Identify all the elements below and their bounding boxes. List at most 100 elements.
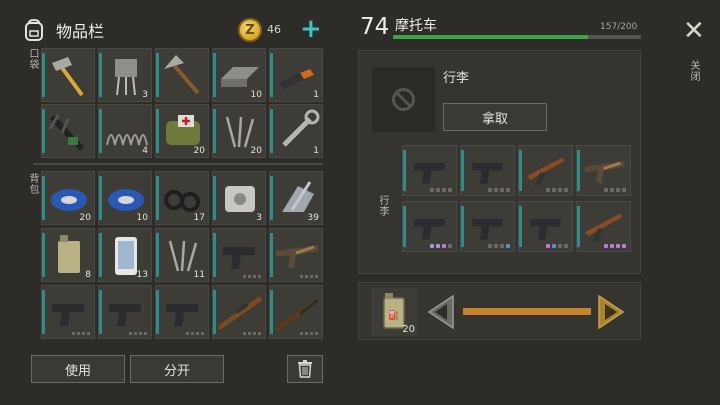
durability-dot [77, 332, 80, 335]
vehicle-level: 74 [360, 14, 390, 40]
durability-dot [546, 188, 550, 192]
vehicle-slot[interactable] [402, 145, 457, 196]
durability-dot [500, 244, 504, 248]
durability-dot [253, 332, 256, 335]
durability-dots [430, 188, 452, 192]
inventory-slot[interactable]: 20 [212, 104, 266, 158]
coin-count: 46 [267, 23, 281, 36]
durability-dot [300, 332, 303, 335]
close-button[interactable]: ✕ [683, 18, 705, 44]
inventory-slot[interactable]: 11 [155, 228, 209, 282]
durability-dot [201, 332, 204, 335]
durability-dot [186, 332, 189, 335]
slot-accent [403, 206, 406, 247]
inventory-slot[interactable] [269, 228, 323, 282]
inventory-slot[interactable]: 8 [41, 228, 95, 282]
slot-accent [519, 150, 522, 191]
capacity-bar [393, 35, 641, 39]
vehicle-slot[interactable] [576, 145, 631, 196]
fuel-slot[interactable]: ⛽ 20 [371, 288, 417, 336]
slot-accent [519, 206, 522, 247]
decrease-arrow-icon[interactable] [427, 295, 455, 329]
durability-dots [488, 244, 510, 248]
durability-dot [494, 188, 498, 192]
inventory-slot[interactable]: 20 [155, 104, 209, 158]
inventory-slot[interactable] [155, 48, 209, 102]
durability-dot [448, 244, 452, 248]
inventory-slot[interactable] [212, 228, 266, 282]
fuel-slider-track[interactable] [463, 308, 591, 315]
durability-dot [430, 188, 434, 192]
slot-accent [403, 150, 406, 191]
inventory-slot[interactable] [98, 285, 152, 339]
durability-dot [564, 188, 568, 192]
item-count: 3 [256, 213, 262, 223]
durability-dot [610, 188, 614, 192]
durability-dot [488, 188, 492, 192]
item-count: 4 [142, 146, 148, 156]
item-count: 3 [142, 90, 148, 100]
vehicle-slot[interactable] [460, 145, 515, 196]
durability-dot [558, 244, 562, 248]
item-count: 20 [193, 146, 205, 156]
inventory-slot[interactable]: 1 [269, 48, 323, 102]
inventory-slot[interactable] [41, 285, 95, 339]
inventory-slot[interactable]: 20 [41, 171, 95, 225]
durability-dots [488, 188, 510, 192]
item-count: 13 [136, 270, 148, 280]
split-button[interactable]: 分开 [130, 355, 224, 383]
durability-dot [494, 244, 498, 248]
inventory-slot[interactable]: 10 [212, 48, 266, 102]
inventory-slot[interactable]: 13 [98, 228, 152, 282]
durability-dot [243, 332, 246, 335]
durability-dot [139, 332, 142, 335]
durability-dots [604, 244, 626, 248]
inventory-slot[interactable]: 3 [212, 171, 266, 225]
durability-dot [488, 244, 492, 248]
durability-dot [87, 332, 90, 335]
fuel-transfer-panel: ⛽ 20 [358, 282, 641, 340]
increase-arrow-icon[interactable] [597, 295, 625, 329]
inventory-slot[interactable] [41, 104, 95, 158]
inventory-slot[interactable]: 3 [98, 48, 152, 102]
vehicle-slot[interactable] [518, 145, 573, 196]
durability-dot [622, 188, 626, 192]
durability-dots [72, 332, 90, 335]
item-count: 1 [313, 146, 319, 156]
inventory-header: 物品栏 [22, 14, 104, 46]
backpack-label: 背包 [27, 173, 38, 195]
vehicle-slot[interactable] [402, 201, 457, 252]
durability-dot [442, 244, 446, 248]
item-count: 8 [85, 270, 91, 280]
inventory-title: 物品栏 [56, 22, 105, 41]
use-button[interactable]: 使用 [31, 355, 125, 383]
inventory-slot[interactable]: 39 [269, 171, 323, 225]
add-coins-button[interactable]: + [300, 14, 322, 44]
durability-dots [129, 332, 147, 335]
inventory-slot[interactable]: 4 [98, 104, 152, 158]
durability-dot [610, 244, 614, 248]
durability-dot [430, 244, 434, 248]
durability-dot [564, 244, 568, 248]
inventory-slot[interactable]: 10 [98, 171, 152, 225]
take-button[interactable]: 拿取 [443, 103, 547, 131]
durability-dot [300, 275, 303, 278]
inventory-slot[interactable]: 1 [269, 104, 323, 158]
trash-button[interactable] [287, 355, 323, 383]
inventory-slot[interactable] [155, 285, 209, 339]
inventory-slot[interactable] [212, 285, 266, 339]
durability-dot [248, 275, 251, 278]
inventory-slot[interactable] [269, 285, 323, 339]
durability-dot [436, 188, 440, 192]
durability-dots [604, 188, 626, 192]
vehicle-slot[interactable] [460, 201, 515, 252]
inventory-slot[interactable] [41, 48, 95, 102]
inventory-slot[interactable]: 17 [155, 171, 209, 225]
durability-dots [243, 275, 261, 278]
durability-dots [546, 188, 568, 192]
durability-dots [243, 332, 261, 335]
durability-dot [622, 244, 626, 248]
vehicle-slot[interactable] [518, 201, 573, 252]
vehicle-slot[interactable] [576, 201, 631, 252]
durability-dot [248, 332, 251, 335]
